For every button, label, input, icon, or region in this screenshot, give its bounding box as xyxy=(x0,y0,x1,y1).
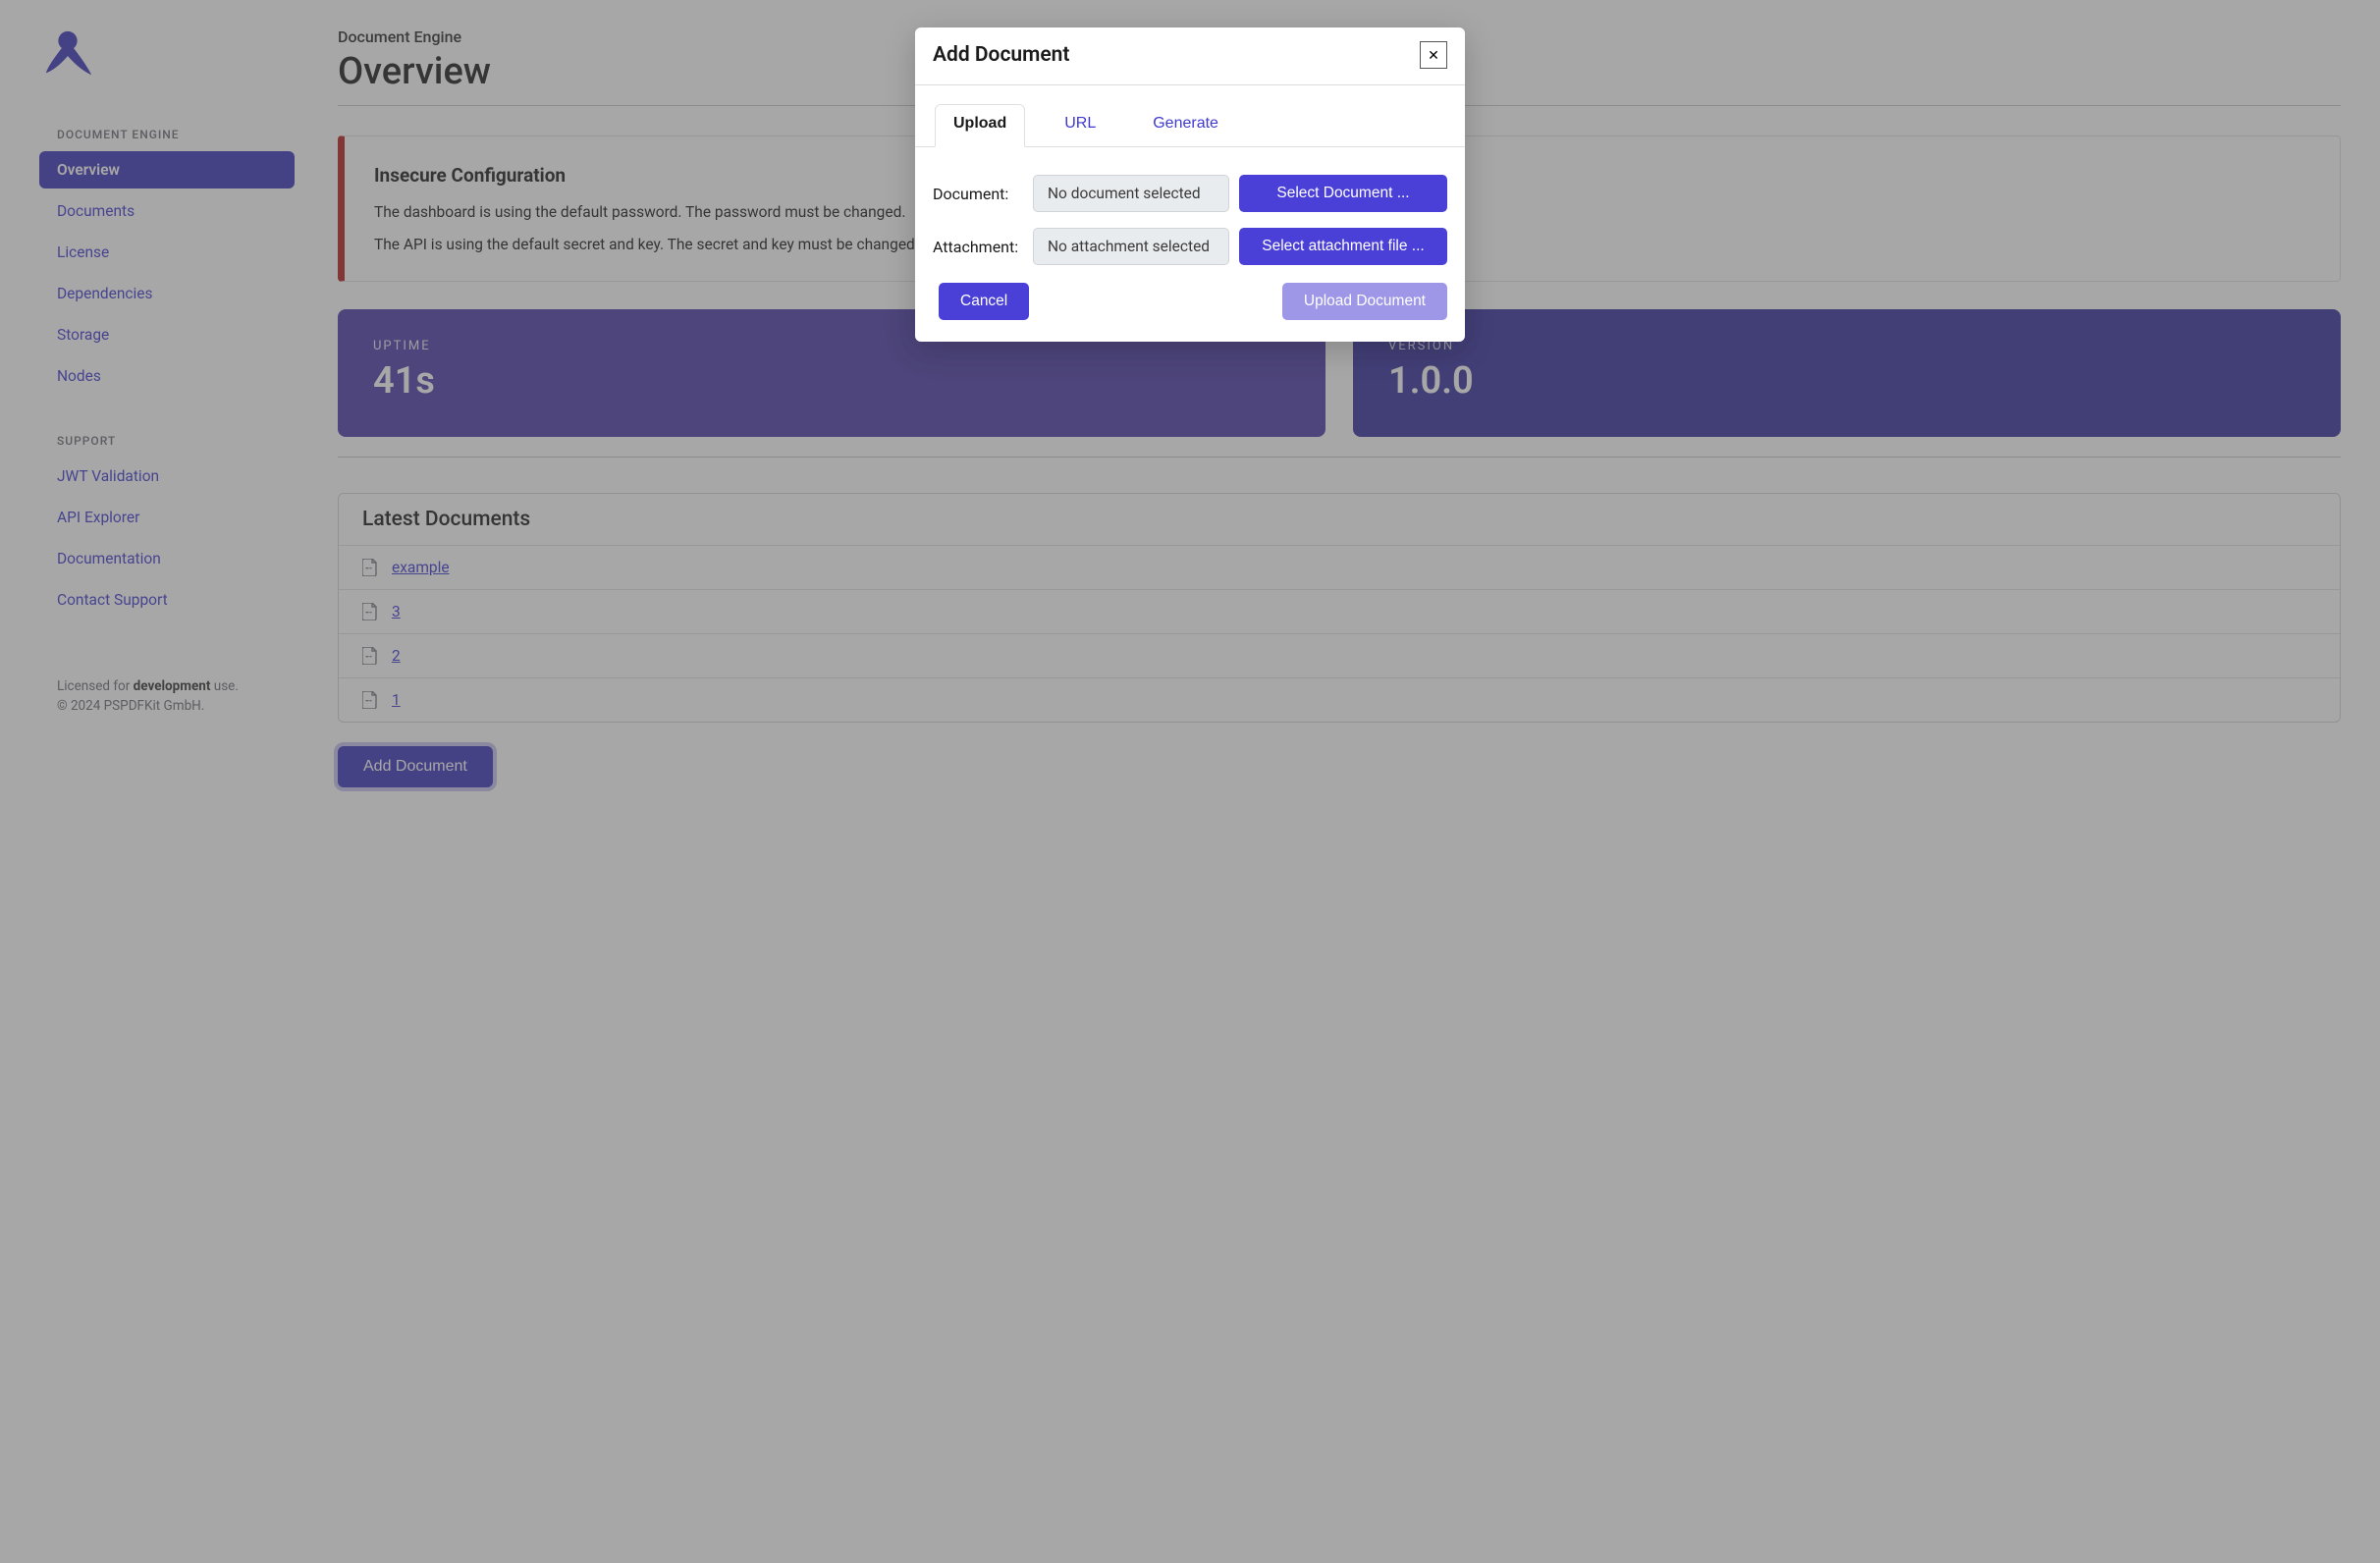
form-label-attachment: Attachment: xyxy=(933,238,1033,256)
modal-overlay[interactable]: Add Document ✕ Upload URL Generate Docum… xyxy=(0,0,2380,1563)
form-label-document: Document: xyxy=(933,185,1033,203)
tab-url[interactable]: URL xyxy=(1047,104,1113,147)
cancel-button[interactable]: Cancel xyxy=(939,283,1029,320)
tab-generate[interactable]: Generate xyxy=(1135,104,1236,147)
form-value-document: No document selected xyxy=(1033,175,1229,212)
upload-document-button[interactable]: Upload Document xyxy=(1282,283,1447,320)
form-row-document: Document: No document selected Select Do… xyxy=(915,167,1465,220)
modal-close-button[interactable]: ✕ xyxy=(1420,41,1447,69)
modal-footer: Cancel Upload Document xyxy=(915,273,1465,342)
form-row-attachment: Attachment: No attachment selected Selec… xyxy=(915,220,1465,273)
form-value-attachment: No attachment selected xyxy=(1033,228,1229,265)
modal: Add Document ✕ Upload URL Generate Docum… xyxy=(915,27,1465,342)
modal-title: Add Document xyxy=(933,43,1069,67)
modal-header: Add Document ✕ xyxy=(915,27,1465,69)
close-icon: ✕ xyxy=(1428,48,1439,62)
select-document-button[interactable]: Select Document ... xyxy=(1239,175,1447,212)
tab-upload[interactable]: Upload xyxy=(935,104,1025,147)
select-attachment-button[interactable]: Select attachment file ... xyxy=(1239,228,1447,265)
modal-tabs: Upload URL Generate xyxy=(915,85,1465,147)
